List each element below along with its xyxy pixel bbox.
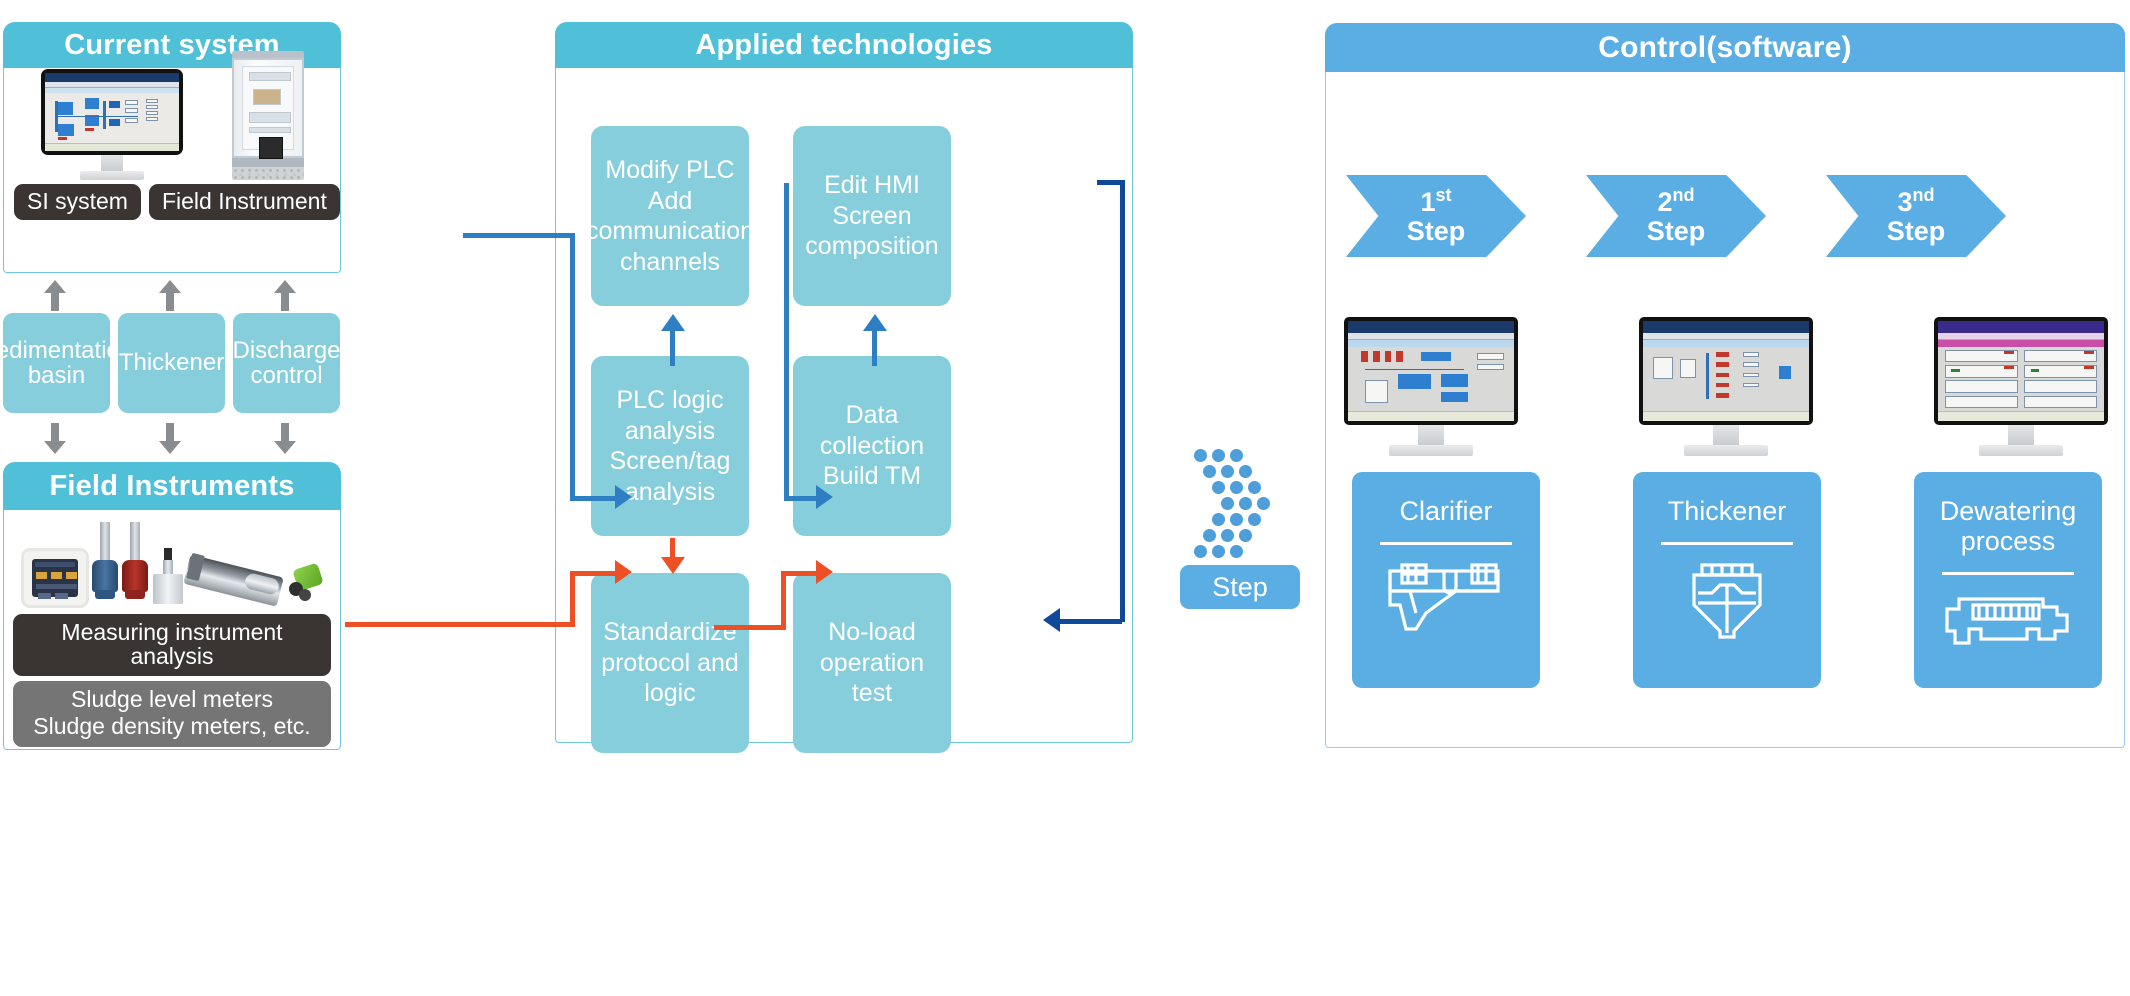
step-label: Step (1180, 565, 1300, 609)
step-3-suffix: nd (1912, 184, 1935, 205)
tech-box-no-load-test: No-load operation test (793, 573, 951, 753)
panel-applied-technologies-body: Modify PLC Add communication channels Ed… (555, 68, 1133, 753)
card-clarifier-label: Clarifier (1399, 496, 1493, 526)
process-box-thickener: Thickener (118, 313, 225, 413)
panel-applied-technologies: Applied technologies Modify PLC Add comm… (555, 22, 1133, 753)
tech-box-standardize: Standardize protocol and logic (591, 573, 749, 753)
step-chevron-2: 2nd Step (1586, 175, 1766, 257)
monitor-icon (40, 69, 183, 180)
sludge-density-meter-red-icon (121, 522, 149, 608)
hmi-screen-3 (1934, 317, 2108, 456)
dewatering-icon (1943, 591, 2073, 658)
step-chevron-1: 1st Step (1346, 175, 1526, 257)
tech-box-data-collection: Data collection Build TM (793, 356, 951, 536)
analyzer-device-icon (21, 548, 89, 608)
card-dewatering-label: Dewatering process (1939, 496, 2077, 557)
dotted-chevron-right-icon (1190, 447, 1300, 558)
step-2-word: Step (1646, 216, 1706, 246)
step-3-word: Step (1886, 216, 1946, 246)
arrow-down-sedimentation (44, 423, 66, 454)
panel-current-system-body: SI system Field Instrument (3, 51, 341, 273)
clarifier-icon (1386, 561, 1506, 640)
panel-field-instruments: Field Instruments Measuring instrument a… (3, 462, 341, 750)
step-connector: Step (1180, 447, 1310, 609)
card-dewatering: Dewatering process (1914, 472, 2102, 688)
hmi-monitors (1344, 317, 2108, 456)
panel-control-software: Control(software) 1st Step 2nd Step 3nd Ste… (1325, 23, 2125, 748)
current-system-tags: SI system Field Instrument (4, 180, 340, 221)
panel-control-software-title: Control(software) (1325, 23, 2125, 72)
step-2-ordinal: 2 (1657, 186, 1673, 217)
panel-control-software-body: 1st Step 2nd Step 3nd Step Clarifier Thi… (1325, 72, 2125, 748)
diagram-canvas: Current system SI system Field Instrumen… (0, 0, 2130, 996)
tech-box-plc-logic: PLC logic analysis Screen/tag analysis (591, 356, 749, 536)
arrow-up-to-modify-plc (661, 314, 685, 366)
current-system-devices (4, 51, 340, 180)
ultrasonic-sensor-tube-icon (183, 550, 287, 608)
step-2-suffix: nd (1672, 184, 1695, 205)
arrow-down-to-standardize (661, 538, 685, 574)
panel-current-system: Current system SI system Field Instrumen… (3, 22, 341, 273)
tech-box-edit-hmi: Edit HMI Screen composition (793, 126, 951, 306)
sludge-level-meter-blue-icon (91, 522, 119, 608)
panel-applied-technologies-title: Applied technologies (555, 22, 1133, 68)
step-1-word: Step (1406, 216, 1466, 246)
arrow-down-discharge (274, 423, 296, 454)
process-box-discharge: Discharge control (232, 313, 341, 413)
card-thickener-label: Thickener (1667, 496, 1787, 526)
step-1-suffix: st (1435, 184, 1452, 205)
hmi-screen-1 (1344, 317, 1518, 456)
card-thickener-divider (1661, 542, 1793, 546)
arrow-up-to-edit-hmi (863, 314, 887, 366)
arrow-down-thickener (159, 423, 181, 454)
arrow-up-discharge (274, 280, 296, 311)
process-cards: Clarifier Thickener Dewatering process (1352, 472, 2102, 688)
panel-field-instruments-title: Field Instruments (3, 462, 341, 510)
card-thickener: Thickener (1633, 472, 1821, 688)
arrow-up-sedimentation (44, 280, 66, 311)
panel-field-instruments-body: Measuring instrument analysis Sludge lev… (3, 510, 341, 750)
tag-si-system: SI system (14, 184, 141, 221)
card-clarifier-divider (1380, 542, 1512, 546)
control-cabinet-icon (231, 51, 304, 180)
arrow-up-thickener (159, 280, 181, 311)
tech-box-modify-plc: Modify PLC Add communication channels (586, 126, 754, 306)
tag-measuring-instrument-analysis: Measuring instrument analysis (13, 614, 331, 677)
step-1-ordinal: 1 (1420, 186, 1436, 217)
card-clarifier: Clarifier (1352, 472, 1540, 688)
tag-field-instrument: Field Instrument (148, 184, 340, 221)
step-chevron-3: 3nd Step (1826, 175, 2006, 257)
field-instrument-photos (4, 510, 340, 608)
step-3-ordinal: 3 (1897, 186, 1913, 217)
probe-sensor-icon (151, 548, 185, 608)
process-box-sedimentation: Sedimentation basin (0, 313, 133, 413)
card-dewatering-divider (1942, 572, 2074, 576)
green-connector-icon (289, 562, 324, 608)
tag-sludge-meters: Sludge level meters Sludge density meter… (13, 681, 331, 748)
process-boxes: Sedimentation basin Thickener Discharge … (0, 313, 341, 413)
step-chevrons: 1st Step 2nd Step 3nd Step (1346, 175, 2106, 257)
thickener-icon (1672, 561, 1782, 646)
hmi-screen-2 (1639, 317, 1813, 456)
